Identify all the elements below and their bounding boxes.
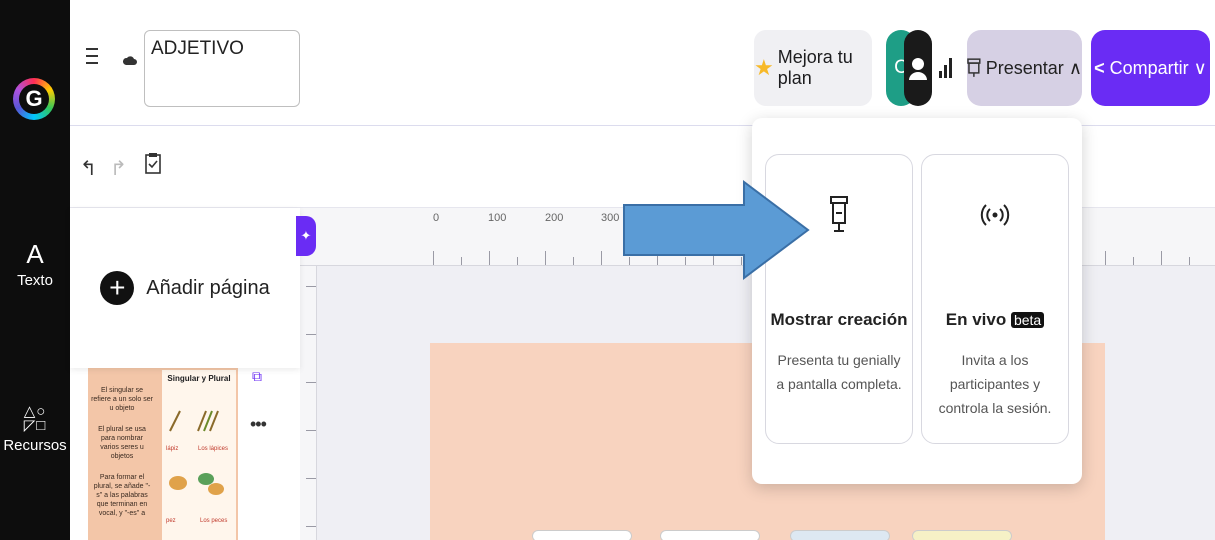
page-action-icon[interactable]: ⧉: [252, 368, 262, 385]
analytics-icon[interactable]: [939, 58, 953, 78]
beta-badge: beta: [1010, 312, 1045, 328]
plus-icon: +: [100, 271, 135, 305]
more-options-icon[interactable]: •••: [250, 414, 267, 435]
present-menu: Mostrar creación Presenta tu genially a …: [752, 118, 1082, 484]
ruler-tick: [461, 257, 462, 265]
page-thumbnail[interactable]: El singular se refiere a un solo ser u o…: [88, 368, 238, 540]
pencils-fish-illustration: [169, 410, 224, 495]
text-icon: A: [26, 239, 44, 269]
annotation-arrow-icon: [623, 180, 810, 280]
left-rail: G A Texto △○ ◸□ Recursos: [0, 0, 70, 540]
broadcast-icon: [980, 204, 1010, 226]
ruler-label: 300: [601, 212, 620, 224]
thumbnail-text: Para formar el plural, se añade "-s" a l…: [93, 474, 151, 517]
sidebar-item-label: Recursos: [3, 437, 67, 454]
upgrade-plan-label: Mejora tu plan: [777, 47, 853, 88]
ruler-label: 200: [545, 212, 564, 224]
redo-icon[interactable]: ↱: [110, 156, 127, 181]
chevron-down-icon: ∨: [1193, 57, 1207, 78]
add-collaborator-avatar-icon[interactable]: [904, 30, 932, 106]
document-title-input[interactable]: [144, 30, 300, 107]
present-option-live[interactable]: En vivo beta Invita a los participantes …: [921, 154, 1069, 444]
sidebar-item-label: Texto: [17, 272, 53, 289]
projector-icon: [967, 58, 981, 77]
ruler-tick: [306, 334, 316, 335]
ruler-tick: [517, 257, 518, 265]
ruler-tick: [306, 286, 316, 287]
canvas-element[interactable]: [532, 530, 632, 540]
thumbnail-text: El plural se usa para nombrar varios ser…: [98, 426, 146, 460]
option-title: En vivo: [945, 310, 1007, 329]
ruler-tick: [306, 430, 316, 431]
genially-logo-icon[interactable]: G: [13, 78, 55, 120]
thumbnail-heading: Singular y Plural: [167, 374, 231, 383]
ruler-tick: [489, 251, 490, 265]
thumbnail-text: El singular se refiere a un solo ser u o…: [91, 387, 153, 412]
share-icon: <: [1094, 57, 1105, 78]
thumbnail-word: Los lápices: [198, 446, 229, 452]
sidebar-item-texto[interactable]: A Texto: [0, 240, 70, 289]
share-label: Compartir: [1109, 57, 1189, 78]
canvas-element[interactable]: [790, 530, 890, 540]
ruler-label: 0: [433, 212, 440, 224]
present-label: Presentar: [985, 57, 1064, 78]
thumbnail-word: pez: [166, 518, 176, 524]
option-description: Presenta tu genially a pantalla completa…: [776, 352, 902, 392]
app-root: G A Texto △○◸□ Recursos ★ Mejora tu plan…: [0, 0, 1215, 540]
ruler-tick: [1189, 257, 1190, 265]
sidebar-item-recursos[interactable]: △○ ◸□ Recursos: [0, 403, 70, 454]
cloud-saved-icon: [123, 56, 137, 65]
present-button[interactable]: Presentar ∧: [967, 30, 1082, 106]
ruler-tick: [601, 251, 602, 265]
thumbnail-word: Los peces: [200, 518, 228, 524]
option-description: Invita a los participantes y controla la…: [938, 352, 1052, 416]
star-icon: ★: [754, 55, 774, 80]
hamburger-menu-icon[interactable]: [86, 48, 100, 70]
canvas-element[interactable]: [912, 530, 1012, 540]
ruler-tick: [1161, 251, 1162, 265]
ruler-tick: [545, 251, 546, 265]
ruler-tick: [433, 251, 434, 265]
ruler-tick: [1133, 257, 1134, 265]
ruler-tick: [1105, 251, 1106, 265]
projector-icon: [830, 196, 848, 232]
thumbnail-word: lápiz: [166, 446, 179, 452]
chevron-up-icon: ∧: [1068, 57, 1082, 78]
vertical-ruler: [299, 266, 317, 540]
ruler-tick: [306, 478, 316, 479]
upgrade-plan-button[interactable]: ★ Mejora tu plan: [754, 30, 872, 106]
top-bar: ★ Mejora tu plan C Presentar ∧ < Compart…: [70, 0, 1215, 126]
add-page-label: Añadir página: [146, 276, 270, 299]
pin-panel-icon[interactable]: ✦: [296, 216, 316, 256]
option-title: Mostrar creación: [770, 310, 908, 329]
ruler-tick: [306, 382, 316, 383]
ruler-tick: [306, 526, 316, 527]
shapes-icon: △○ ◸□: [23, 403, 47, 434]
add-page-button[interactable]: + Añadir página: [70, 208, 300, 368]
ruler-label: 100: [488, 212, 507, 224]
undo-icon[interactable]: ↰: [80, 156, 97, 181]
clipboard-check-icon[interactable]: [145, 152, 161, 174]
share-button[interactable]: < Compartir ∨: [1091, 30, 1210, 106]
canvas-element[interactable]: [660, 530, 760, 540]
ruler-tick: [573, 257, 574, 265]
